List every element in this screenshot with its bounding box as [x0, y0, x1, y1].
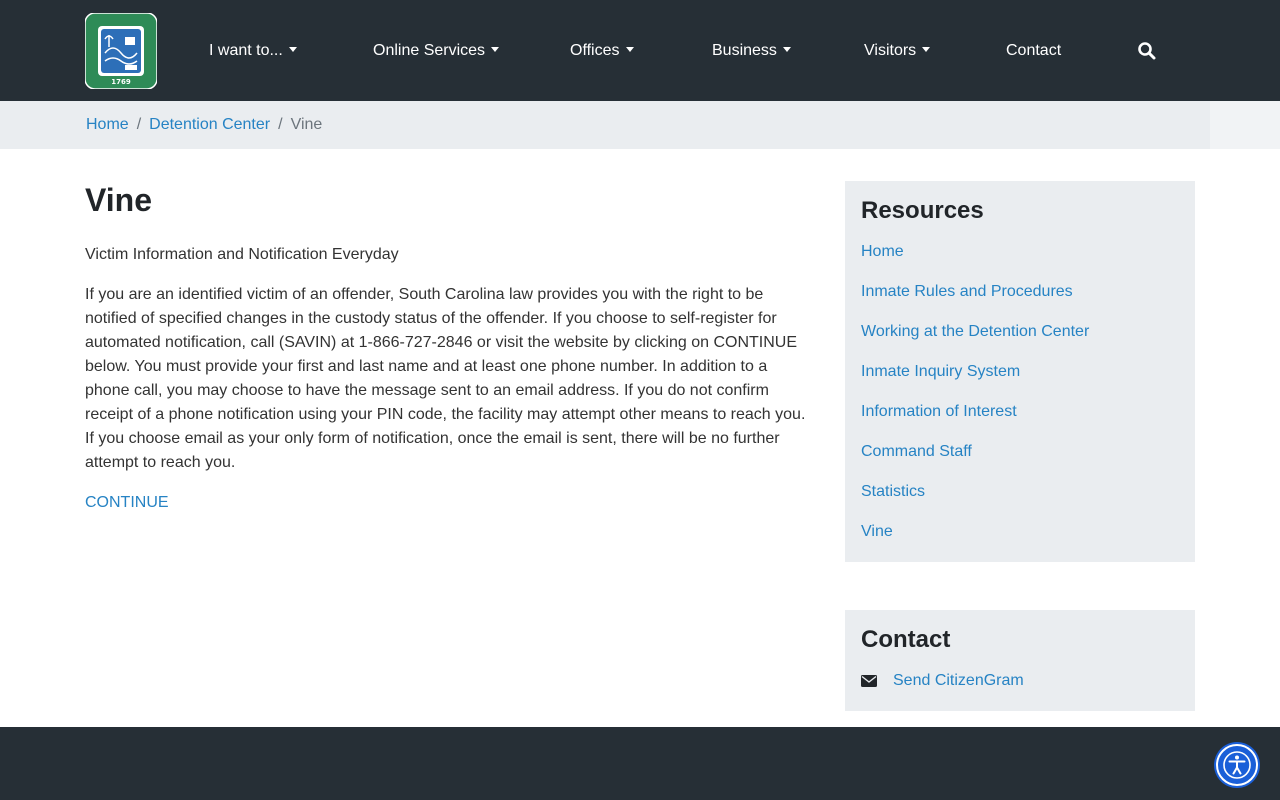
chevron-down-icon	[782, 47, 791, 52]
breadcrumb-separator: /	[136, 116, 142, 133]
list-item: Home	[861, 240, 1179, 280]
search-icon[interactable]	[1137, 41, 1157, 61]
main-content: Vine Victim Information and Notification…	[85, 180, 815, 515]
envelope-icon	[861, 675, 877, 687]
nav-label: Online Services	[373, 42, 486, 59]
nav-business[interactable]: Business	[712, 40, 791, 62]
nav-offices[interactable]: Offices	[570, 40, 634, 62]
resource-link-working-at-center[interactable]: Working at the Detention Center	[861, 323, 1089, 340]
nav-label: Business	[712, 42, 777, 59]
nav-i-want-to[interactable]: I want to...	[209, 40, 297, 62]
list-item: Statistics	[861, 480, 1179, 520]
resource-link-information-of-interest[interactable]: Information of Interest	[861, 403, 1017, 420]
footer	[0, 727, 1280, 800]
nav-label: Offices	[570, 42, 620, 59]
list-item: Inmate Inquiry System	[861, 360, 1179, 400]
resource-link-statistics[interactable]: Statistics	[861, 483, 925, 500]
send-citizengram-link[interactable]: Send CitizenGram	[893, 672, 1024, 690]
resource-link-home[interactable]: Home	[861, 243, 904, 260]
resource-link-inmate-rules[interactable]: Inmate Rules and Procedures	[861, 283, 1073, 300]
contact-title: Contact	[861, 626, 951, 653]
breadcrumb-home-link[interactable]: Home	[86, 116, 129, 133]
resource-link-command-staff[interactable]: Command Staff	[861, 443, 972, 460]
page-title: Vine	[85, 182, 152, 218]
chevron-down-icon	[288, 47, 297, 52]
list-item: Vine	[861, 520, 1179, 560]
chevron-down-icon	[922, 47, 931, 52]
breadcrumb: Home / Detention Center / Vine	[0, 101, 1280, 149]
page-body-text: If you are an identified victim of an of…	[85, 286, 806, 471]
nav-label: Contact	[1006, 42, 1062, 59]
list-item: Command Staff	[861, 440, 1179, 480]
nav-contact[interactable]: Contact	[1006, 40, 1061, 62]
seal-year: 1769	[111, 78, 131, 86]
resources-panel: Resources Home Inmate Rules and Procedur…	[845, 181, 1195, 562]
contact-row: Send CitizenGram	[861, 669, 1179, 693]
breadcrumb-current: Vine	[290, 116, 323, 133]
accessibility-button[interactable]	[1216, 744, 1258, 786]
resources-list: Home Inmate Rules and Procedures Working…	[861, 240, 1179, 560]
top-navigation-bar: 1769 I want to... Online Services Office…	[0, 0, 1280, 101]
nav-label: I want to...	[209, 42, 283, 59]
list-item: Inmate Rules and Procedures	[861, 280, 1179, 320]
list-item: Information of Interest	[861, 400, 1179, 440]
page-subtitle: Victim Information and Notification Ever…	[85, 246, 399, 263]
nav-visitors[interactable]: Visitors	[864, 40, 931, 62]
list-item: Working at the Detention Center	[861, 320, 1179, 360]
nav-online-services[interactable]: Online Services	[373, 40, 500, 62]
breadcrumb-separator: /	[278, 116, 283, 133]
chevron-down-icon	[491, 47, 500, 52]
chevron-down-icon	[625, 47, 634, 52]
nav-label: Visitors	[864, 42, 917, 59]
resources-title: Resources	[861, 197, 984, 224]
continue-link[interactable]: CONTINUE	[85, 491, 169, 515]
accessibility-icon	[1223, 751, 1251, 779]
breadcrumb-edge	[1210, 101, 1280, 149]
county-seal-logo[interactable]: 1769	[85, 13, 157, 89]
resource-link-vine[interactable]: Vine	[861, 523, 893, 540]
resource-link-inmate-inquiry[interactable]: Inmate Inquiry System	[861, 363, 1020, 380]
breadcrumb-detention-center-link[interactable]: Detention Center	[149, 116, 270, 133]
contact-panel: Contact Send CitizenGram	[845, 610, 1195, 711]
